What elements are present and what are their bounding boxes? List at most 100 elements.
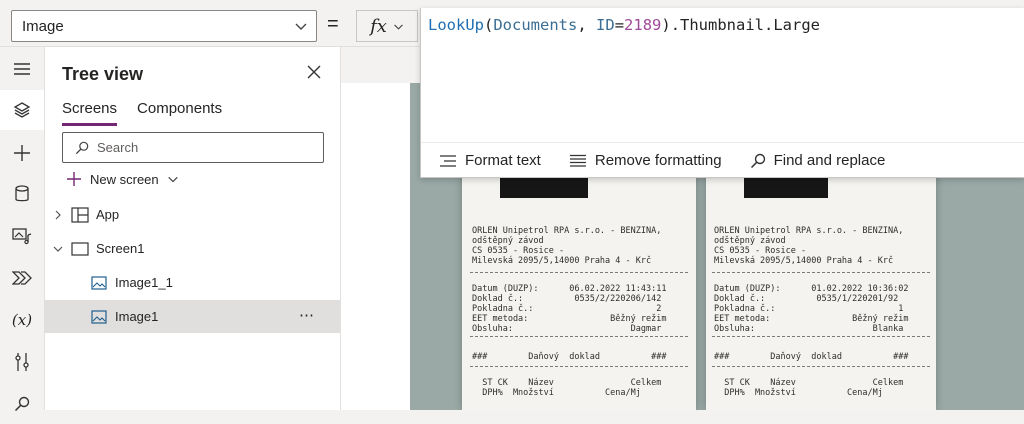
tree-node-app[interactable]: App [45, 198, 341, 231]
tree-node-screen[interactable]: Screen1 [45, 232, 341, 265]
tree-view-tabs: Screens Components [62, 100, 222, 126]
receipt-line: Milevská 2095/5,14000 Praha 4 - Krč [472, 256, 652, 266]
receipt-line: DPH% Množství Cena/Mj [714, 388, 883, 398]
formula-editor[interactable]: LookUp(Documents, ID=2189).Thumbnail.Lar… [420, 8, 1024, 178]
chevron-right-icon [55, 210, 61, 219]
receipt-header: ORLEN Unipetrol RPA s.r.o. - BENZINA, odš… [472, 226, 661, 266]
rail-insert-button[interactable] [0, 133, 44, 173]
search-placeholder: Search [97, 140, 139, 155]
chevron-down-icon [394, 24, 403, 30]
receipt-line: Obsluha: Blanka [714, 324, 904, 334]
receipt-details: Datum (DUZP): 01.02.2022 10:36:02 Doklad … [714, 284, 908, 334]
format-text-button[interactable]: Format text [439, 152, 541, 169]
tab-screens[interactable]: Screens [62, 100, 118, 126]
more-options-button[interactable]: ⋯ [299, 306, 315, 324]
rail-power-automate-button[interactable] [0, 258, 44, 298]
receipt-left: ORLEN Unipetrol RPA s.r.o. - BENZINA, odš… [462, 168, 696, 410]
formula-token: ( [484, 16, 494, 34]
fx-button[interactable]: fx [356, 10, 418, 42]
tab-components[interactable]: Components [137, 100, 222, 126]
receipt-line: Doklad č.: 0535/1/220201/92 [714, 294, 899, 304]
new-screen-button[interactable]: New screen [66, 171, 179, 187]
search-icon [75, 141, 89, 154]
rail-tree-view-button[interactable] [0, 90, 44, 130]
receipt-items: ST CK Název Celkem DPH% Množství Cena/Mj [472, 378, 661, 398]
plus-icon [14, 145, 30, 161]
receipt-separator [712, 366, 930, 367]
receipt-separator [712, 336, 930, 337]
receipt-line: Doklad č.: 0535/2/220206/142 [472, 294, 662, 304]
tree-search-input[interactable]: Search [62, 132, 324, 163]
layers-icon [13, 102, 31, 118]
property-value: Image [22, 17, 64, 35]
canvas-screen[interactable] [341, 83, 410, 410]
receipt-line: odštěpný závod [472, 236, 544, 246]
tree-node-label: App [96, 207, 120, 222]
close-icon[interactable] [307, 65, 321, 79]
receipt-line: odštěpný závod [714, 236, 786, 246]
hamburger-icon [14, 63, 30, 75]
formula-token: ).Thumbnail.Large [661, 16, 820, 34]
rail-menu-button[interactable] [0, 49, 44, 89]
receipt-line: Datum (DUZP): 06.02.2022 11:43:11 [472, 284, 667, 294]
chevron-down-icon [53, 246, 63, 252]
receipt-line: DPH% Množství Cena/Mj [472, 388, 641, 398]
image-icon [91, 309, 107, 324]
receipt-line: CS 0535 - Rosice - [472, 246, 565, 256]
formula-token: ID [596, 16, 615, 34]
formula-token: , [577, 16, 597, 34]
chevron-down-icon [295, 23, 307, 30]
rail-tools-button[interactable] [0, 342, 44, 382]
database-icon [15, 185, 29, 202]
formula-token: LookUp [428, 16, 484, 34]
receipt-line: ORLEN Unipetrol RPA s.r.o. - BENZINA, [714, 226, 904, 236]
find-replace-label: Find and replace [773, 152, 886, 169]
receipt-separator [712, 272, 930, 273]
receipt-line: Milevská 2095/5,14000 Praha 4 - Krč [714, 256, 894, 266]
receipt-separator [470, 366, 688, 367]
receipt-line: CS 0535 - Rosice - [714, 246, 807, 256]
receipt-line: ORLEN Unipetrol RPA s.r.o. - BENZINA, [472, 226, 662, 236]
receipt-line: Datum (DUZP): 01.02.2022 10:36:02 [714, 284, 909, 294]
fx-icon: fx [370, 15, 387, 37]
left-rail: (x) [0, 47, 45, 412]
rail-data-button[interactable] [0, 174, 44, 214]
receipt-right: ORLEN Unipetrol RPA s.r.o. - BENZINA, odš… [706, 168, 936, 410]
rail-media-button[interactable] [0, 216, 44, 256]
formula-token: 2189 [624, 16, 662, 34]
receipt-items: ST CK Název Celkem DPH% Množství Cena/Mj [714, 378, 903, 398]
chevron-down-icon [167, 176, 178, 183]
variables-icon: (x) [11, 311, 33, 329]
rail-search-button[interactable] [0, 384, 44, 424]
format-text-label: Format text [465, 152, 541, 169]
tree-node-label: Image1 [115, 309, 159, 324]
new-screen-label: New screen [90, 171, 159, 187]
formula-token: Documents [493, 16, 578, 34]
tree-node-image-selected[interactable]: Image1 ⋯ [45, 300, 341, 333]
receipt-line: EET metoda: Běžný režim [472, 314, 667, 324]
tree-node-label: Image1_1 [115, 275, 173, 290]
remove-formatting-label: Remove formatting [594, 152, 722, 169]
receipt-tax-line: ### Daňový doklad ### [714, 352, 909, 362]
receipt-line: ST CK Název Celkem [472, 378, 662, 388]
app-icon [71, 206, 89, 223]
remove-formatting-button[interactable]: Remove formatting [569, 152, 722, 169]
plus-icon [67, 172, 81, 186]
formula-token: = [614, 16, 625, 34]
tree-view-panel: Tree view Screens Components Search New … [45, 47, 341, 410]
tools-icon [15, 353, 29, 371]
tree-node-image[interactable]: Image1_1 [45, 266, 341, 299]
power-automate-icon [12, 271, 32, 285]
find-replace-button[interactable]: Find and replace [750, 152, 886, 169]
tree-node-label: Screen1 [96, 241, 145, 256]
receipt-details: Datum (DUZP): 06.02.2022 11:43:11 Doklad … [472, 284, 666, 334]
search-icon [750, 153, 765, 168]
rail-variables-button[interactable]: (x) [0, 300, 44, 340]
formula-text[interactable]: LookUp(Documents, ID=2189).Thumbnail.Lar… [428, 16, 820, 34]
property-dropdown[interactable]: Image [11, 10, 317, 42]
receipt-tax-line: ### Daňový doklad ### [472, 352, 667, 362]
image-icon [91, 275, 107, 290]
tree-view-title: Tree view [62, 64, 144, 84]
format-text-icon [440, 154, 456, 167]
screen-icon [71, 241, 89, 256]
